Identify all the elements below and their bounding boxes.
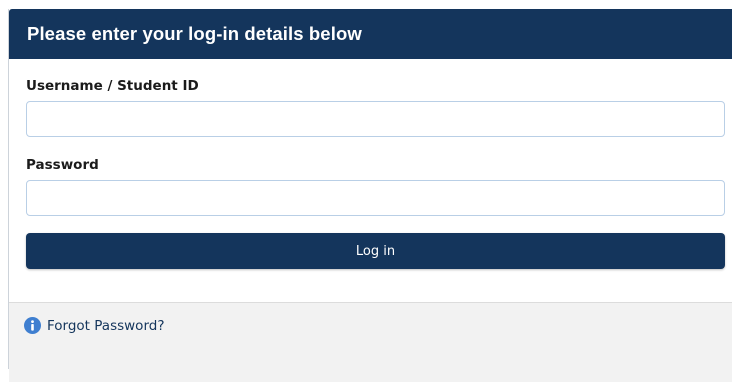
login-panel: Please enter your log-in details below U… xyxy=(8,9,732,382)
username-input[interactable] xyxy=(26,101,725,137)
password-input[interactable] xyxy=(26,180,725,216)
panel-footer: Forgot Password? xyxy=(9,302,732,382)
login-form: Username / Student ID Password Log in xyxy=(9,59,732,302)
password-label: Password xyxy=(26,157,99,173)
forgot-password-link[interactable]: Forgot Password? xyxy=(24,317,165,334)
panel-header: Please enter your log-in details below xyxy=(9,9,732,59)
info-icon xyxy=(24,317,41,334)
panel-title: Please enter your log-in details below xyxy=(27,23,362,44)
forgot-password-label: Forgot Password? xyxy=(47,317,165,334)
username-label: Username / Student ID xyxy=(26,78,199,94)
login-button[interactable]: Log in xyxy=(26,233,725,269)
